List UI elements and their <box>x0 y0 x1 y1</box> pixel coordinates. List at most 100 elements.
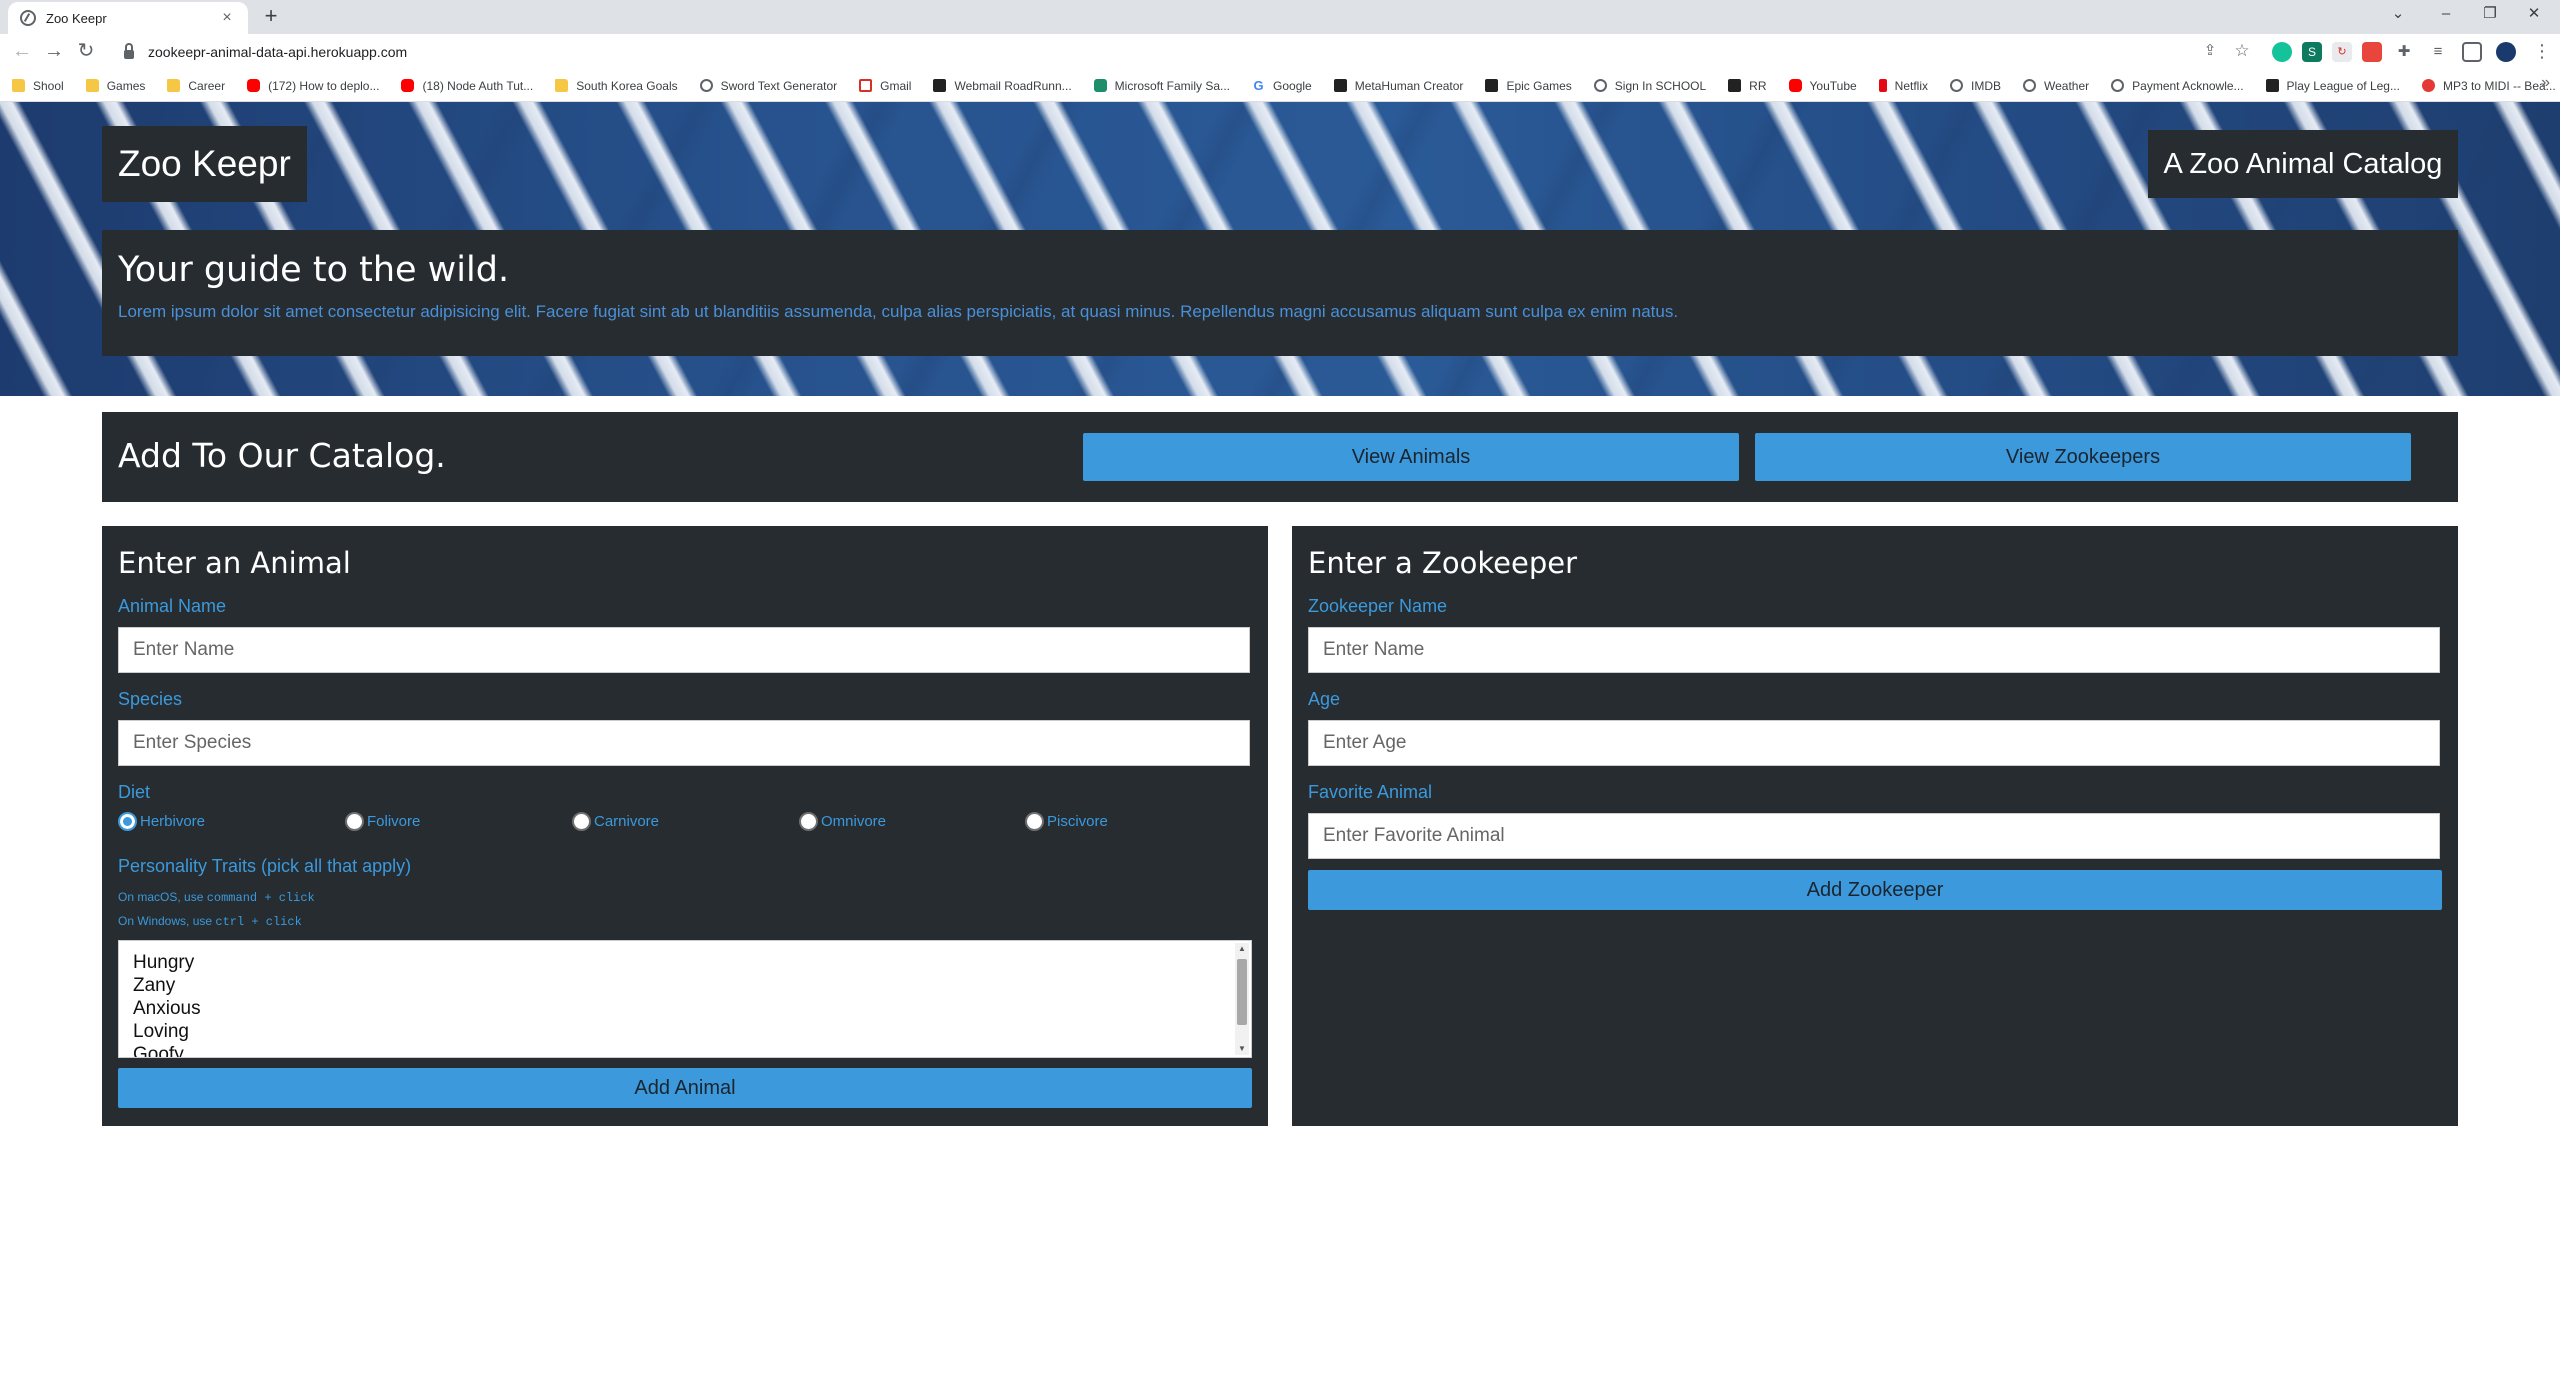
extensions-puzzle-icon[interactable]: ✚ <box>2394 42 2414 62</box>
netflix-icon <box>1878 79 1887 92</box>
dark-icon <box>1485 79 1499 92</box>
guide-title: Your guide to the wild. <box>118 250 510 290</box>
diet-radio-folivore[interactable]: Folivore <box>345 812 420 831</box>
url-text[interactable]: zookeepr-animal-data-api.herokuapp.com <box>148 44 407 60</box>
bookmark-item[interactable]: Webmail RoadRunn... <box>933 79 1072 93</box>
radio-checked-icon[interactable] <box>118 812 137 831</box>
bookmark-item[interactable]: YouTube <box>1788 79 1857 93</box>
bookmark-item[interactable]: IMDB <box>1950 79 2001 93</box>
bookmark-item[interactable]: Microsoft Family Sa... <box>1093 79 1230 93</box>
page: Zoo Keepr A Zoo Animal Catalog Your guid… <box>0 102 2560 1400</box>
bookmark-label: Sword Text Generator <box>720 78 838 93</box>
trait-option[interactable]: Loving <box>133 1020 1251 1043</box>
youtube-icon <box>247 79 261 92</box>
radio-icon[interactable] <box>345 812 364 831</box>
bookmark-item[interactable]: G Google <box>1252 79 1311 93</box>
bookmark-label: Sign In SCHOOL <box>1614 78 1707 93</box>
add-animal-button[interactable]: Add Animal <box>118 1068 1252 1108</box>
folder-icon <box>167 79 181 92</box>
bookmark-item[interactable]: Play League of Leg... <box>2265 79 2400 93</box>
forward-icon[interactable]: → <box>40 40 68 64</box>
extension-s-icon[interactable]: S <box>2302 42 2322 62</box>
bookmark-item[interactable]: MP3 to MIDI -- Bea... <box>2421 78 2556 93</box>
age-input[interactable]: Enter Age <box>1308 720 2440 766</box>
dark-icon <box>1728 79 1742 92</box>
bookmark-item[interactable]: Netflix <box>1878 78 1929 93</box>
diet-option-label: Folivore <box>367 813 421 830</box>
grammarly-icon[interactable] <box>2272 42 2292 62</box>
diet-radio-omnivore[interactable]: Omnivore <box>799 812 886 831</box>
scroll-down-icon[interactable]: ▼ <box>1235 1043 1249 1055</box>
windows-hint-code: ctrl + click <box>215 915 302 929</box>
bookmark-item[interactable]: (172) How to deplo... <box>247 79 379 93</box>
diet-radio-piscivore[interactable]: Piscivore <box>1025 812 1108 831</box>
bookmark-star-icon[interactable]: ☆ <box>2228 40 2256 64</box>
traits-listbox[interactable]: Hungry Zany Anxious Loving Goofy ▲ ▼ <box>118 940 1252 1058</box>
dark-icon <box>933 79 947 92</box>
bookmark-label: MetaHuman Creator <box>1354 78 1464 93</box>
back-icon[interactable]: ← <box>8 40 36 64</box>
bookmark-item[interactable]: (18) Node Auth Tut... <box>401 79 533 93</box>
zookeeper-name-input[interactable]: Enter Name <box>1308 627 2440 673</box>
bookmark-label: Netflix <box>1894 78 1929 93</box>
trait-option[interactable]: Anxious <box>133 997 1251 1020</box>
trait-option[interactable]: Zany <box>133 974 1251 997</box>
brand-logo[interactable]: Zoo Keepr <box>102 126 307 202</box>
view-zookeepers-button[interactable]: View Zookeepers <box>1755 433 2411 481</box>
dark-icon <box>2265 79 2279 92</box>
bookmark-item[interactable]: MetaHuman Creator <box>1333 78 1464 93</box>
scroll-up-icon[interactable]: ▲ <box>1235 943 1249 955</box>
minimize-icon[interactable]: – <box>2424 0 2468 30</box>
bookmark-item[interactable]: South Korea Goals <box>555 78 678 93</box>
bookmark-label: South Korea Goals <box>576 78 678 93</box>
bookmark-item[interactable]: Games <box>85 79 145 93</box>
extension-lock-icon[interactable] <box>2362 42 2382 62</box>
avatar[interactable] <box>2496 42 2516 62</box>
tab-search-icon[interactable]: ⌄ <box>2376 0 2420 30</box>
restore-icon[interactable]: ❐ <box>2468 0 2512 30</box>
bookmark-label: (18) Node Auth Tut... <box>422 78 534 93</box>
favorite-animal-input[interactable]: Enter Favorite Animal <box>1308 813 2440 859</box>
animal-name-input[interactable]: Enter Name <box>118 627 1250 673</box>
side-panel-icon[interactable] <box>2462 42 2482 62</box>
bookmark-item[interactable]: Payment Acknowle... <box>2111 79 2244 93</box>
add-zookeeper-button[interactable]: Add Zookeeper <box>1308 870 2442 910</box>
traits-label: Personality Traits (pick all that apply) <box>118 856 412 876</box>
bookmark-item[interactable]: Career <box>167 79 225 93</box>
sword-icon <box>699 79 713 92</box>
diet-radio-carnivore[interactable]: Carnivore <box>572 812 659 831</box>
bookmark-item[interactable]: Gmail <box>859 79 911 93</box>
trait-option[interactable]: Hungry <box>133 951 1251 974</box>
extension-badge-icon[interactable]: ↻ <box>2332 42 2352 62</box>
diet-option-label: Piscivore <box>1047 813 1108 830</box>
share-icon[interactable]: ⇪ <box>2196 40 2224 64</box>
radio-icon[interactable] <box>572 812 591 831</box>
close-tab-icon[interactable]: × <box>218 9 236 27</box>
listbox-scrollbar[interactable]: ▲ ▼ <box>1235 943 1249 1055</box>
bookmark-item[interactable]: Epic Games <box>1485 78 1572 93</box>
address-bar[interactable]: zookeepr-animal-data-api.herokuapp.com <box>110 37 2210 67</box>
diet-radio-herbivore[interactable]: Herbivore <box>118 812 205 831</box>
bookmarks-more-icon[interactable]: » <box>2541 74 2550 92</box>
trait-option[interactable]: Goofy <box>133 1043 1251 1057</box>
view-animals-button[interactable]: View Animals <box>1083 433 1739 481</box>
menu-kebab-icon[interactable]: ⋮ <box>2528 40 2556 64</box>
bookmark-item[interactable]: RR <box>1728 79 1767 93</box>
bookmark-item[interactable]: Sword Text Generator <box>699 78 838 93</box>
bookmark-label: Gmail <box>880 78 912 93</box>
reload-icon[interactable]: ↻ <box>72 40 100 64</box>
bookmark-label: MP3 to MIDI -- Bea... <box>2442 78 2556 93</box>
bookmark-item[interactable]: Weather <box>2023 79 2089 93</box>
reading-list-icon[interactable]: ≡ <box>2428 42 2448 62</box>
radio-icon[interactable] <box>1025 812 1044 831</box>
bookmark-item[interactable]: Sign In SCHOOL <box>1593 78 1707 93</box>
bookmark-item[interactable]: Shool <box>12 79 64 93</box>
bookmark-label: Epic Games <box>1506 78 1572 93</box>
browser-tab[interactable]: Zoo Keepr × <box>8 2 248 34</box>
new-tab-button[interactable]: + <box>258 4 284 30</box>
tab-title: Zoo Keepr <box>46 10 107 26</box>
species-input[interactable]: Enter Species <box>118 720 1250 766</box>
scrollbar-thumb[interactable] <box>1237 959 1247 1025</box>
close-window-icon[interactable]: ✕ <box>2512 0 2556 30</box>
radio-icon[interactable] <box>799 812 818 831</box>
